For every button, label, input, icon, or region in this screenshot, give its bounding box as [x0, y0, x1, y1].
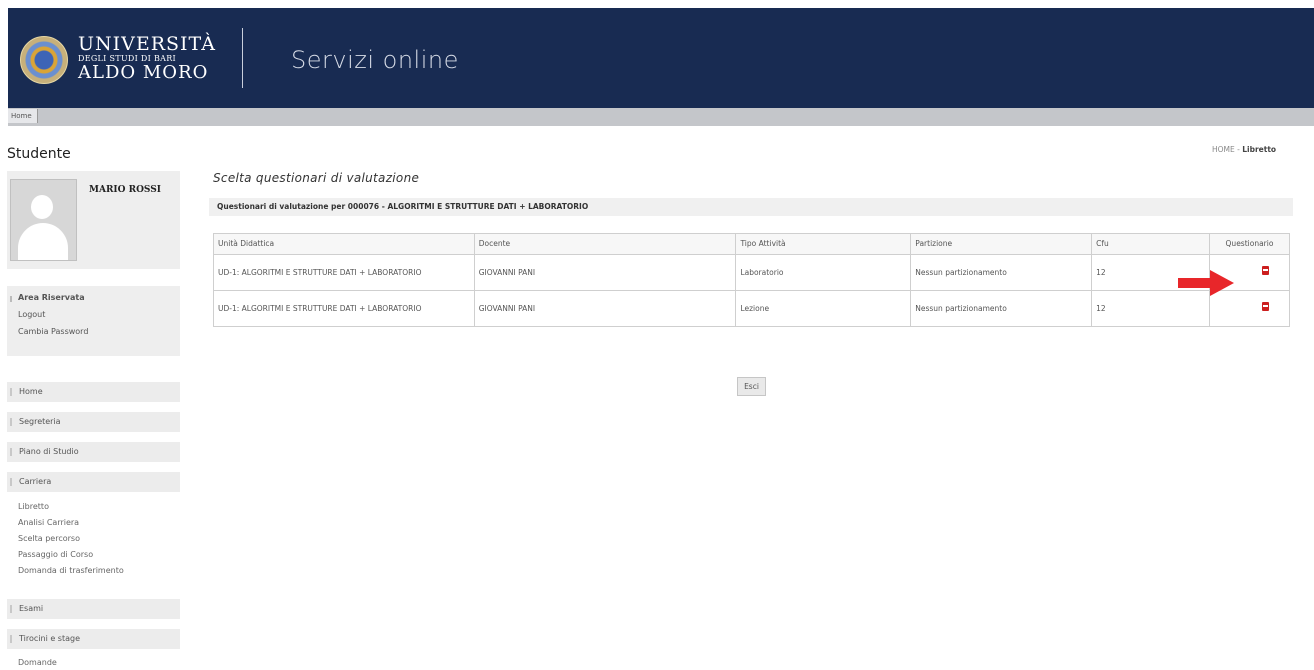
sidebar-item-tirocini[interactable]: Tirocini e stage: [7, 629, 180, 649]
avatar-body: [18, 223, 68, 260]
sidebar-item-carriera[interactable]: Carriera: [7, 472, 180, 492]
column-header-cfu: Cfu: [1091, 233, 1210, 255]
sidebar-subitem-scelta-percorso[interactable]: Scelta percorso: [18, 534, 80, 543]
sidebar-subitem-passaggio-di-corso[interactable]: Passaggio di Corso: [18, 550, 93, 559]
profile-name: MARIO ROSSI: [89, 185, 161, 195]
logo-line-1: UNIVERSITÀ: [78, 33, 216, 55]
pdf-icon[interactable]: [1261, 266, 1269, 275]
logo-line-3: ALDO MORO: [78, 62, 209, 83]
cell-unit: UD-1: ALGORITMI E STRUTTURE DATI + LABOR…: [213, 254, 475, 291]
column-header-unit: Unità Didattica: [213, 233, 475, 255]
avatar-placeholder-icon: [10, 179, 77, 261]
sidebar-title: Studente: [7, 146, 71, 162]
sidebar-item-segreteria[interactable]: Segreteria: [7, 412, 180, 432]
top-strip: [0, 0, 1314, 8]
red-arrow-icon: [1178, 270, 1234, 296]
sidebar-subitem-analisi-carriera[interactable]: Analisi Carriera: [18, 518, 79, 527]
change-password-link[interactable]: Cambia Password: [18, 327, 88, 336]
reserved-bullet: [10, 296, 12, 302]
sidebar-subitem-libretto[interactable]: Libretto: [18, 502, 49, 511]
cell-unit: UD-1: ALGORITMI E STRUTTURE DATI + LABOR…: [213, 290, 475, 327]
avatar-head: [31, 195, 53, 219]
table-row: UD-1: ALGORITMI E STRUTTURE DATI + LABOR…: [213, 254, 1291, 291]
site-header: UNIVERSITÀ DEGLI STUDI DI BARI ALDO MORO…: [8, 8, 1314, 108]
page-title: Scelta questionari di valutazione: [213, 171, 420, 185]
sidebar-item-home[interactable]: Home: [7, 382, 180, 402]
table-header-row: Unità Didattica Docente Tipo Attività Pa…: [213, 233, 1291, 255]
top-navbar: [8, 108, 1314, 126]
cell-type: Lezione: [735, 290, 912, 327]
sidebar-subitem-domanda-trasferimento[interactable]: Domanda di trasferimento: [18, 566, 124, 575]
sidebar-subitem-domande[interactable]: Domande: [18, 658, 57, 667]
column-header-questionnaire: Questionario: [1208, 233, 1291, 255]
questionnaire-table: Unità Didattica Docente Tipo Attività Pa…: [213, 233, 1291, 327]
breadcrumb-home-link[interactable]: HOME: [1212, 145, 1235, 154]
column-header-partition: Partizione: [910, 233, 1093, 255]
column-header-teacher: Docente: [473, 233, 737, 255]
header-title: Servizi online: [291, 46, 459, 74]
cell-partition: Nessun partizionamento: [910, 290, 1093, 327]
logout-link[interactable]: Logout: [18, 310, 45, 319]
red-arrow-shape: [1178, 270, 1234, 296]
cell-partition: Nessun partizionamento: [910, 254, 1093, 291]
sidebar-item-esami[interactable]: Esami: [7, 599, 180, 619]
university-seal-icon[interactable]: [20, 36, 68, 84]
reserved-area-heading: Area Riservata: [18, 293, 85, 302]
cell-teacher: GIOVANNI PANI: [473, 254, 737, 291]
cell-type: Laboratorio: [735, 254, 912, 291]
pdf-icon[interactable]: [1261, 302, 1269, 311]
sidebar-item-piano-di-studio[interactable]: Piano di Studio: [7, 442, 180, 462]
breadcrumb-current: Libretto: [1242, 145, 1277, 154]
university-logo[interactable]: UNIVERSITÀ DEGLI STUDI DI BARI ALDO MORO: [78, 34, 216, 82]
header-divider: [242, 28, 243, 88]
table-row: UD-1: ALGORITMI E STRUTTURE DATI + LABOR…: [213, 290, 1291, 327]
exit-button[interactable]: Esci: [737, 377, 766, 396]
cell-teacher: GIOVANNI PANI: [473, 290, 737, 327]
subtitle-bar: Questionari di valutazione per 000076 - …: [209, 198, 1293, 216]
nav-home-tab[interactable]: Home: [8, 109, 38, 123]
column-header-type: Tipo Attività: [735, 233, 912, 255]
profile-box: MARIO ROSSI: [7, 171, 180, 269]
breadcrumb: HOME - Libretto: [1212, 145, 1276, 154]
